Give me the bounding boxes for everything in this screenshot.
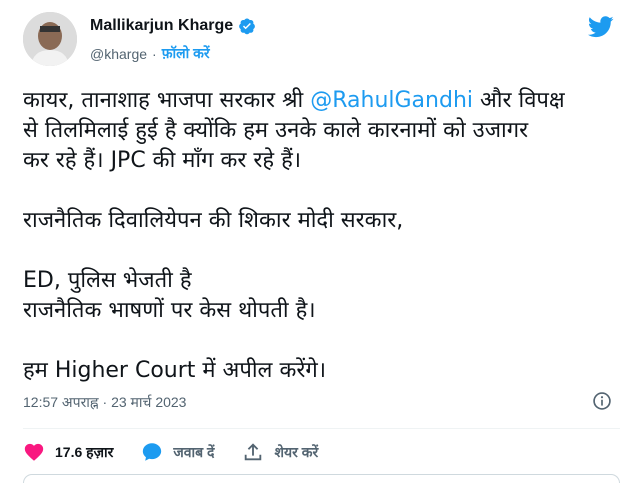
verified-icon: [239, 18, 256, 35]
divider: [23, 428, 620, 429]
tweet-line-1-post: और विपक्ष: [473, 88, 565, 113]
author-name-text[interactable]: Mallikarjun Kharge: [90, 17, 233, 35]
author-name[interactable]: Mallikarjun Kharge: [90, 17, 256, 35]
like-count: 17.6 हज़ार: [55, 443, 114, 460]
twitter-bird-icon[interactable]: [588, 16, 614, 38]
share-button[interactable]: शेयर करें: [242, 441, 318, 463]
reply-bubble-icon: [143, 443, 162, 461]
separator-dot: ·: [152, 45, 157, 62]
tweet-line-5: ED, पुलिस भेजती है: [23, 268, 192, 293]
author-handle[interactable]: @kharge: [90, 46, 147, 62]
tweet-line-1-pre: कायर, तानाशाह भाजपा सरकार श्री: [23, 88, 311, 113]
tweet-text: कायर, तानाशाह भाजपा सरकार श्री @RahulGan…: [23, 86, 623, 386]
like-button[interactable]: 17.6 हज़ार: [23, 441, 113, 463]
tweet-timestamp[interactable]: 12:57 अपराह्न · 23 मार्च 2023: [23, 393, 186, 412]
tweet-line-2: से तिलमिलाई हुई है क्योंकि हम उनके काले …: [23, 118, 529, 143]
heart-icon: [24, 443, 44, 461]
tweet-line-1: कायर, तानाशाह भाजपा सरकार श्री @RahulGan…: [23, 86, 623, 116]
share-icon: [245, 443, 262, 461]
avatar-image: [23, 12, 77, 66]
tweet-line-6: राजनैतिक भाषणों पर केस थोपती है।: [23, 298, 316, 323]
handle-row: @kharge · फ़ॉलो करें: [90, 44, 210, 63]
tweet-card: Mallikarjun Kharge @kharge · फ़ॉलो करें …: [4, 0, 634, 483]
tweet-line-3: कर रहे हैं। JPC की माँग कर रहे हैं।: [23, 148, 302, 173]
tweet-line-4: राजनैतिक दिवालियेपन की शिकार मोदी सरकार,: [23, 208, 404, 233]
reply-label: जवाब दें: [173, 443, 215, 460]
follow-button[interactable]: फ़ॉलो करें: [162, 44, 210, 63]
info-icon[interactable]: [592, 391, 612, 411]
tweet-line-7: हम Higher Court में अपील करेंगे।: [23, 358, 327, 383]
share-label: शेयर करें: [274, 443, 319, 460]
mention-link[interactable]: @RahulGandhi: [310, 88, 473, 113]
action-bar: 17.6 हज़ार जवाब दें शेयर करें: [23, 438, 318, 466]
reply-button[interactable]: जवाब दें: [141, 441, 214, 463]
avatar[interactable]: [23, 12, 77, 66]
